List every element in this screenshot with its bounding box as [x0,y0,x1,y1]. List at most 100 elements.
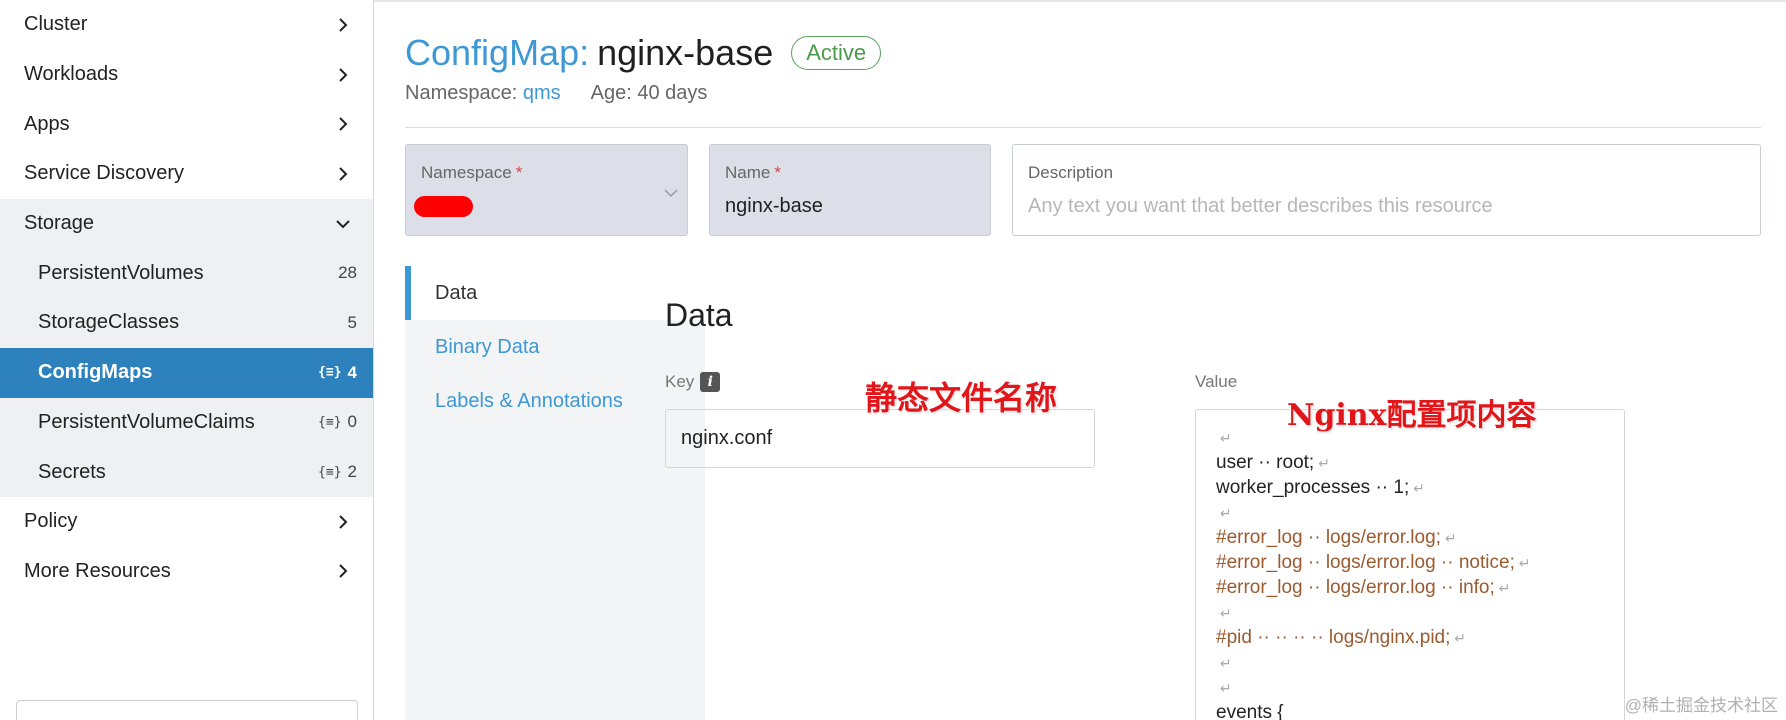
sidebar-item-service-discovery[interactable]: Service Discovery [0,149,373,199]
namespace-label-row: Namespace * [421,163,672,183]
redacted-value [414,196,473,217]
code-text: events { [1216,702,1284,720]
sidebar-item-label: More Resources [24,559,171,582]
sidebar-item-label: Service Discovery [24,162,185,185]
line-return-icon: ↵ [1216,505,1232,521]
sidebar-item-label: Cluster [24,13,88,36]
item-count: 28 [338,263,357,283]
code-line: worker_processes ·· 1; ↵ [1216,475,1604,500]
sidebar-item-label: Workloads [24,63,119,86]
tab-binary-data[interactable]: Binary Data [405,320,705,374]
sidebar-item-label: Storage [24,212,95,235]
sidebar-item-persistentvolumeclaims[interactable]: PersistentVolumeClaims {≡} 0 [0,397,373,448]
code-text: #error_log ·· logs/error.log ·· info; [1216,577,1495,598]
sidebar-item-apps[interactable]: Apps [0,99,373,149]
info-icon[interactable]: i [700,372,721,392]
resource-type: ConfigMap: [405,32,590,73]
sidebar-item-cluster[interactable]: Cluster [0,0,373,50]
resource-meta: Namespace: qms Age: 40 days [405,82,707,105]
tab-list: Data Binary Data Labels & Annotations [405,266,705,720]
namespace-meta-label: Namespace: [405,82,518,104]
name-field[interactable]: Name * nginx-base [709,144,991,236]
annotation-value-note: Nginx配置项内容 [1287,398,1537,433]
sidebar-item-secrets[interactable]: Secrets {≡} 2 [0,447,373,497]
required-mark: * [515,163,523,182]
line-return-icon: ↵ [1216,605,1232,621]
key-label: Key [665,372,695,391]
tab-data[interactable]: Data [405,266,705,320]
namespace-meta: Namespace: qms [405,82,561,105]
description-placeholder: Any text you want that better describes … [1028,195,1493,217]
divider [405,127,1761,128]
code-line: ↵ [1216,500,1604,525]
chevron-right-icon [339,18,348,32]
line-return-icon: ↵ [1216,430,1232,446]
namespaced-icon: {≡} [318,365,342,381]
age-meta: Age: 40 days [590,82,708,104]
line-return-icon: ↵ [1494,580,1511,596]
name-value: nginx-base [725,195,823,217]
name-label-row: Name * [725,163,975,183]
sidebar-item-label: Policy [24,510,78,533]
section-title: Data [665,297,733,333]
chevron-down-icon [664,189,678,198]
line-return-icon: ↵ [1216,655,1232,671]
status-badge: Active [791,36,882,70]
namespace-label: Namespace [421,163,512,182]
namespace-link[interactable]: qms [523,82,561,104]
code-line: #pid ·· ·· ·· ·· logs/nginx.pid; ↵ [1216,625,1604,650]
description-label: Description [1028,163,1114,182]
chevron-right-icon [339,167,348,181]
key-label-row: Key i [665,372,721,392]
line-return-icon: ↵ [1514,555,1531,571]
value-textarea[interactable]: ↵ user ·· root; ↵ worker_processes ·· 1; ↵… [1195,409,1625,720]
code-text: #pid ·· ·· ·· ·· logs/nginx.pid; [1216,627,1451,648]
code-line: #error_log ·· logs/error.log ·· notice; … [1216,550,1604,575]
line-return-icon: ↵ [1216,680,1232,696]
item-count: 0 [347,412,357,432]
code-line: ↵ [1216,675,1604,700]
sidebar-item-label: Apps [24,112,70,135]
value-label: Value [1195,372,1238,391]
namespaced-icon: {≡} [318,464,342,480]
code-line: #error_log ·· logs/error.log; ↵ [1216,525,1604,550]
main-content: ConfigMap: nginx-base Active Namespace: … [375,0,1786,720]
sidebar: Cluster Workloads Apps Service Discovery… [0,0,374,720]
sidebar-item-workloads[interactable]: Workloads [0,50,373,100]
line-return-icon: ↵ [1440,530,1457,546]
description-field[interactable]: Description Any text you want that bette… [1012,144,1761,236]
resource-name: nginx-base [597,32,774,73]
chevron-right-icon [339,117,348,131]
line-return-icon: ↵ [1450,630,1467,646]
chevron-down-icon [336,219,350,229]
sidebar-item-label: StorageClasses [38,311,180,334]
item-count-wrap: {≡} 0 [318,412,357,432]
code-text: user ·· root; [1216,452,1315,473]
sidebar-bottom-button[interactable] [16,700,358,720]
sidebar-item-more-resources[interactable]: More Resources [0,547,373,597]
item-count: 4 [347,362,357,382]
sidebar-item-configmaps[interactable]: ConfigMaps {≡} 4 [0,347,373,398]
sidebar-item-storageclasses[interactable]: StorageClasses 5 [0,298,373,348]
sidebar-item-label: PersistentVolumeClaims [38,410,255,433]
name-label: Name [725,163,771,182]
item-count: 5 [347,312,357,332]
code-text: worker_processes ·· 1; [1216,477,1410,498]
code-line: events { [1216,700,1604,720]
sidebar-item-storage[interactable]: Storage [0,198,373,249]
namespaced-icon: {≡} [318,414,342,430]
sidebar-item-label: ConfigMaps [38,361,153,384]
required-mark: * [774,163,781,182]
page-title: ConfigMap: nginx-base Active [405,32,882,74]
namespace-select[interactable]: Namespace * [405,144,688,236]
code-line: #error_log ·· logs/error.log ·· info; ↵ [1216,575,1604,600]
code-text: #error_log ·· logs/error.log ·· notice; [1216,552,1515,573]
code-line: ↵ [1216,600,1604,625]
sidebar-item-label: Secrets [38,460,106,483]
chevron-right-icon [339,67,348,82]
tab-labels-annotations[interactable]: Labels & Annotations [405,374,705,428]
item-count-wrap: {≡} 2 [318,462,357,482]
sidebar-item-persistentvolumes[interactable]: PersistentVolumes 28 [0,248,373,299]
sidebar-item-label: PersistentVolumes [38,261,204,284]
sidebar-item-policy[interactable]: Policy [0,497,373,547]
